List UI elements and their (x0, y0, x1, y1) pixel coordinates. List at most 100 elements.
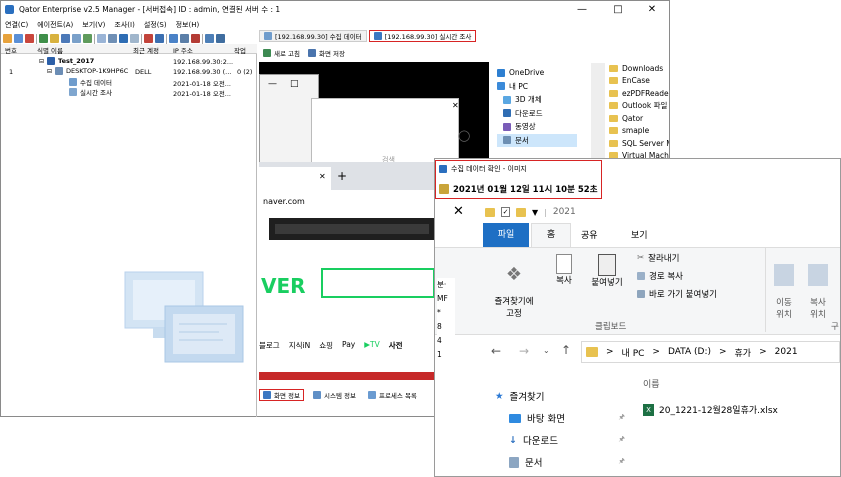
breadcrumb-drive[interactable]: DATA (D:) (668, 347, 711, 357)
tree-realtime-row[interactable]: 실시간 조사 (69, 87, 112, 97)
menu-info[interactable]: 정보(H) (176, 20, 200, 30)
file-row[interactable]: X 20_1221-12월28일휴가.xlsx (643, 403, 778, 416)
toolbar-screen-icon[interactable] (97, 34, 106, 43)
col-number[interactable]: 번호 (5, 45, 17, 55)
folder-item[interactable]: Downloads (609, 62, 669, 75)
save-screen-button[interactable]: 화면 저장 (308, 48, 345, 58)
back-arrow-icon[interactable]: ← (491, 344, 501, 358)
toolbar-refresh-icon[interactable] (83, 34, 92, 43)
remote-maximize-icon[interactable]: □ (290, 79, 299, 89)
tree-collected-row[interactable]: 수집 데이터 (69, 77, 112, 87)
nav-documents[interactable]: 문서 (497, 133, 577, 147)
naver-search-box[interactable] (321, 268, 435, 298)
up-arrow-icon[interactable]: ↑ (561, 343, 571, 357)
copy-to-button[interactable]: 복사 위치 (803, 254, 833, 320)
qa-properties-icon[interactable]: ✓ (501, 207, 510, 217)
ribbon-tab-file[interactable]: 파일 (483, 223, 529, 247)
browser-address[interactable]: naver.com (263, 197, 305, 206)
breadcrumb-vacation[interactable]: 휴가 (735, 346, 752, 359)
breadcrumb[interactable]: > 내 PC > DATA (D:) > 휴가 > 2021 (581, 341, 840, 363)
col-jobs[interactable]: 작업 (234, 45, 246, 55)
toolbar-capture-icon[interactable] (119, 34, 128, 43)
nav-downloads[interactable]: ↓ 다운로드 🖈 (495, 429, 625, 451)
col-ip[interactable]: IP 주소 (173, 45, 193, 55)
toolbar-folder-icon[interactable] (50, 34, 59, 43)
menu-agent[interactable]: 에이전트(A) (37, 20, 73, 30)
ribbon-tab-share[interactable]: 공유 (581, 228, 598, 241)
forward-arrow-icon[interactable]: → (519, 344, 529, 358)
refresh-button[interactable]: 새로 고침 (263, 48, 300, 58)
pin-icon[interactable]: 🖈 (619, 457, 625, 468)
folder-item[interactable]: Outlook 파일 (609, 100, 669, 113)
toolbar-settings-icon[interactable] (205, 34, 214, 43)
menu-connect[interactable]: 연결(C) (5, 20, 28, 30)
toolbar-grid-icon[interactable] (130, 34, 139, 43)
toolbar-connect-icon[interactable] (3, 34, 12, 43)
move-to-button[interactable]: 이동 위치 (769, 254, 799, 320)
naver-menu-shopping[interactable]: 쇼핑 (319, 340, 333, 351)
naver-menu-kin[interactable]: 지식iN (289, 340, 311, 351)
nav-onedrive[interactable]: OneDrive (497, 66, 577, 80)
nav-desktop[interactable]: 바탕 화면 🖈 (495, 407, 625, 429)
folder-item[interactable]: smaple (609, 125, 669, 138)
folder-item[interactable]: Qator (609, 112, 669, 125)
toolbar-list-icon[interactable] (72, 34, 81, 43)
tab-screen-info[interactable]: 화면 정보 (259, 389, 304, 401)
tab-system-info[interactable]: 시스템 정보 (310, 389, 359, 401)
column-header-name[interactable]: 이름 (643, 377, 660, 390)
pin-icon[interactable]: 🖈 (619, 413, 625, 424)
tab-realtime[interactable]: [192.168.99.30] 실시간 조사 (368, 30, 477, 42)
col-account[interactable]: 최근 계정 (133, 45, 159, 55)
naver-menu-blog[interactable]: 블로그 (259, 340, 280, 351)
tab-close-icon[interactable]: ✕ (319, 172, 326, 181)
tab-collected-data[interactable]: [192.168.99.30] 수집 데이터 (259, 30, 367, 42)
paste-button[interactable]: 붙여넣기 (585, 254, 629, 288)
folder-item[interactable]: SQL Server M (609, 137, 669, 150)
menu-view[interactable]: 보기(V) (82, 20, 105, 30)
toolbar-record-icon[interactable] (144, 34, 153, 43)
nav-mypc[interactable]: 내 PC (497, 80, 577, 94)
cut-button[interactable]: ✂ 잘라내기 (637, 252, 717, 264)
toolbar-search-icon[interactable] (61, 34, 70, 43)
qa-dropdown-icon[interactable]: ▼ (532, 208, 538, 217)
ribbon-tab-home[interactable]: 홈 (531, 223, 571, 247)
toolbar-report-icon[interactable] (155, 34, 164, 43)
toolbar-remove-icon[interactable] (25, 34, 34, 43)
nav-downloads[interactable]: 다운로드 (497, 107, 577, 121)
nav-quick-access[interactable]: ★ 즐겨찾기 (495, 385, 625, 407)
remote-scrollbar[interactable] (591, 63, 605, 162)
toolbar-agent-icon[interactable] (39, 34, 48, 43)
toolbar-help-icon[interactable] (216, 34, 225, 43)
qa-newfolder-icon[interactable] (516, 207, 526, 217)
nav-3d[interactable]: 3D 개체 (497, 93, 577, 107)
breadcrumb-mypc[interactable]: 내 PC (622, 346, 645, 359)
minimize-button[interactable]: — (565, 1, 599, 18)
collapse-icon[interactable]: ⊟ (47, 68, 52, 75)
collapse-icon[interactable]: ⊟ (39, 58, 44, 65)
copy-path-button[interactable]: 경로 복사 (637, 270, 717, 282)
toolbar-monitor-icon[interactable] (169, 34, 178, 43)
col-name[interactable]: 식별 이름 (37, 45, 63, 55)
close-button[interactable]: ✕ (635, 1, 669, 18)
chat-icon[interactable]: ◯ (458, 129, 470, 142)
naver-menu-dict[interactable]: 사전 (389, 340, 403, 351)
maximize-button[interactable]: □ (601, 1, 635, 18)
pin-button[interactable]: ❖ 즐겨찾기에 고정 (487, 254, 541, 319)
tab-process-list[interactable]: 프로세스 목록 (365, 389, 420, 401)
remote-minimize-icon[interactable]: — (268, 79, 277, 89)
qa-folder-icon[interactable] (485, 207, 495, 217)
ribbon-tab-view[interactable]: 보기 (631, 228, 648, 241)
tree-agent-row[interactable]: ⊟ DESKTOP-1K9HP6C (47, 67, 128, 75)
breadcrumb-2021[interactable]: 2021 (775, 347, 798, 357)
tree-group-row[interactable]: ⊟ Test_2017 (39, 57, 94, 65)
paste-shortcut-button[interactable]: 바로 가기 붙여넣기 (637, 288, 717, 300)
naver-menu-tv[interactable]: ▶TV (364, 340, 379, 351)
folder-item[interactable]: EnCase (609, 75, 669, 88)
copy-button[interactable]: 복사 (551, 254, 577, 286)
browser-tab[interactable]: ✕ (259, 167, 331, 190)
toolbar-disconnect-icon[interactable] (14, 34, 23, 43)
toolbar-delete-icon[interactable] (191, 34, 200, 43)
nav-videos[interactable]: 동영상 (497, 120, 577, 134)
menu-investigate[interactable]: 조사(I) (114, 20, 134, 30)
explorer-close-icon[interactable]: ✕ (453, 204, 464, 219)
